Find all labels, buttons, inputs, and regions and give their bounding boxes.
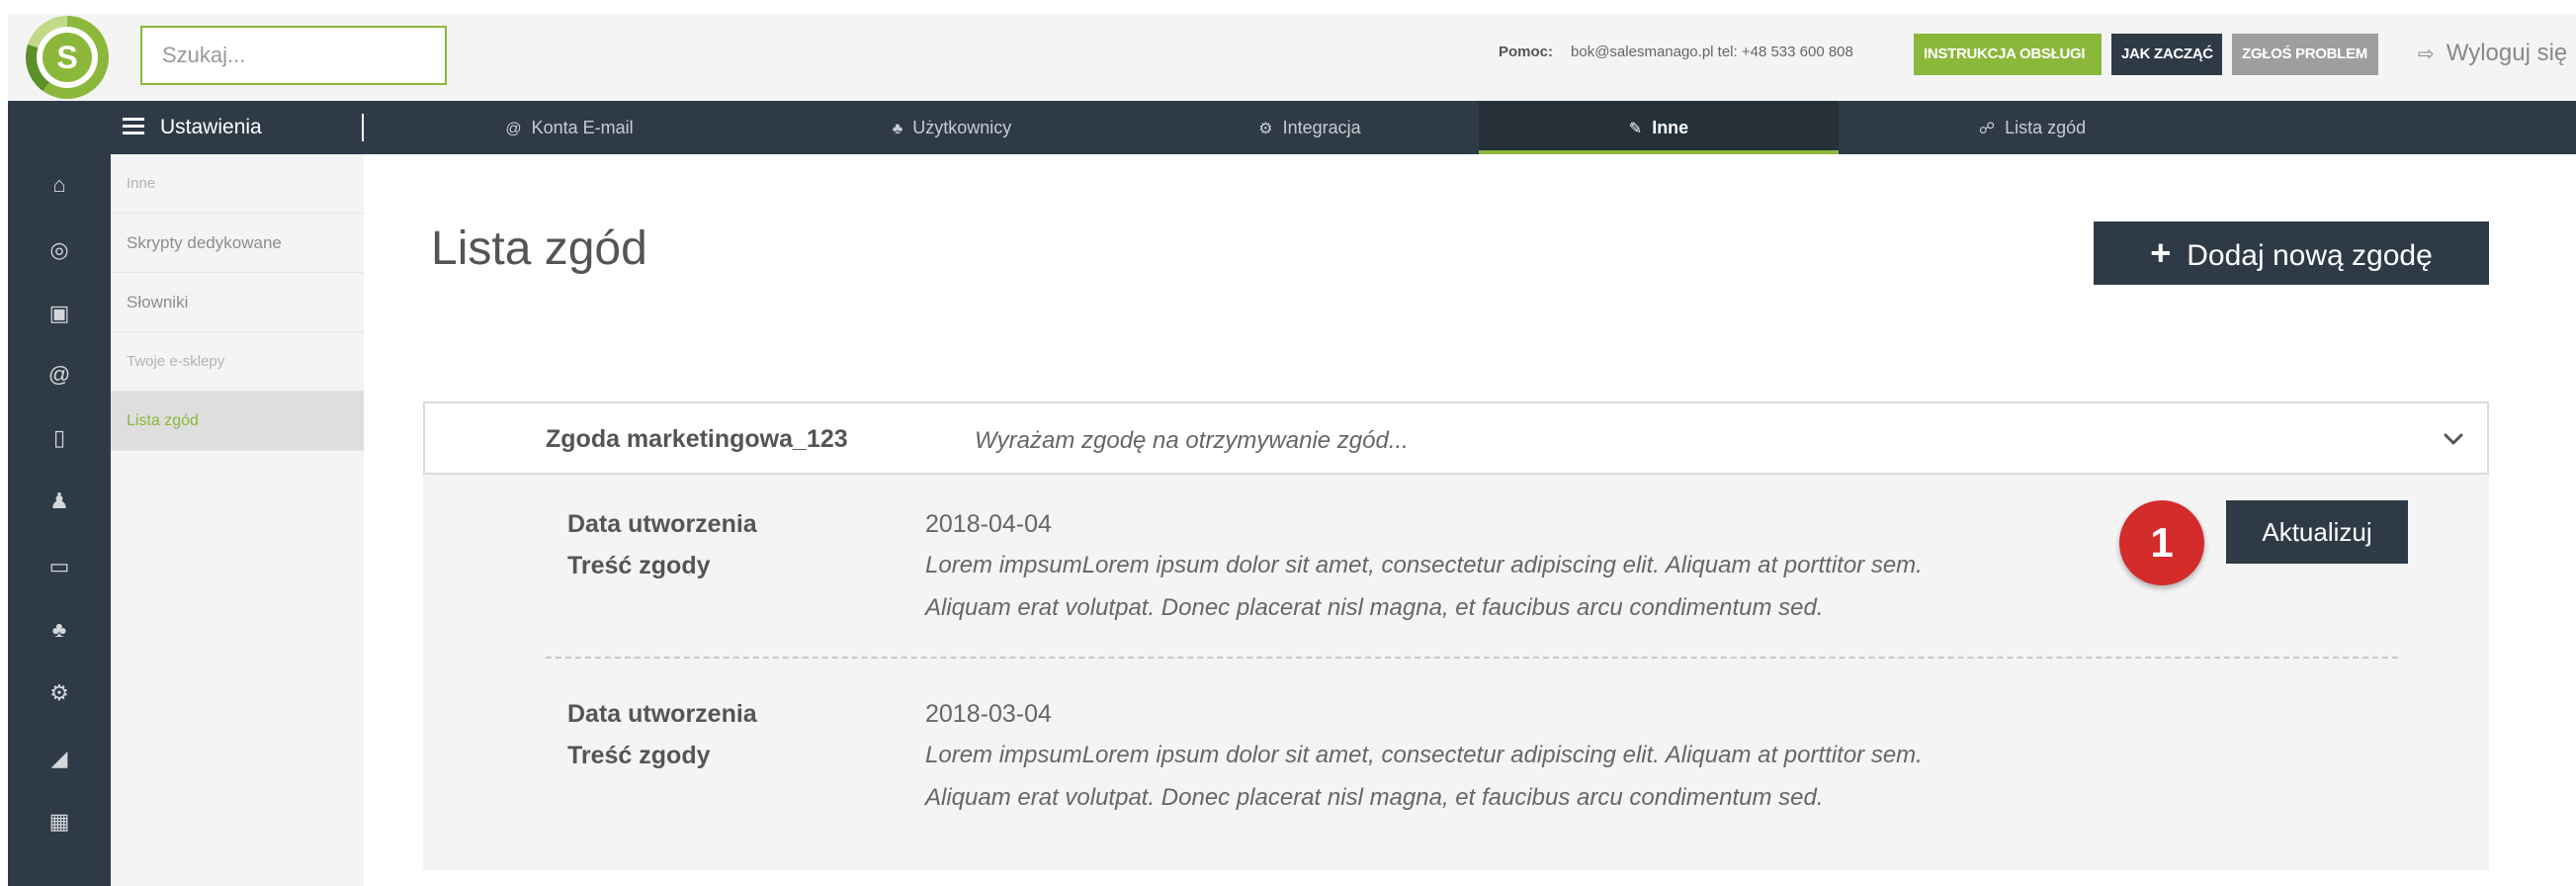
add-consent-label: Dodaj nową zgodę [2187, 239, 2433, 272]
manual-button[interactable]: INSTRUKCJA OBSŁUGI [1914, 34, 2102, 75]
tab-label: Integracja [1282, 118, 1361, 137]
report-problem-button[interactable]: ZGŁOŚ PROBLEM [2232, 34, 2378, 75]
at-icon[interactable]: @ [8, 362, 111, 388]
submenu-item-custom-scripts[interactable]: Skrypty dedykowane [111, 214, 364, 273]
records-divider [546, 657, 2398, 659]
settings-menu-toggle[interactable]: Ustawienia [123, 101, 262, 154]
update-button[interactable]: Aktualizuj [2226, 500, 2408, 564]
settings-nav-bar: Ustawienia @ Konta E-mail ♣ Użytkownicy ⚙ I… [8, 101, 2576, 154]
content-label: Treść zgody [567, 552, 711, 579]
submenu-item-other[interactable]: Inne [111, 154, 364, 214]
contact-card-icon[interactable]: ▣ [8, 301, 111, 326]
home-icon[interactable]: ⌂ [8, 172, 111, 198]
calendar-icon[interactable]: ▦ [8, 809, 111, 835]
wrench-icon: ✎ [1628, 121, 1643, 137]
add-consent-button[interactable]: + Dodaj nową zgodę [2094, 222, 2489, 285]
salesmanago-logo[interactable]: S [26, 16, 109, 99]
eye-icon[interactable]: ◎ [8, 237, 111, 263]
submenu-item-consent-list[interactable]: Lista zgód [111, 392, 364, 451]
logout-link[interactable]: ⇨ Wyloguj się [2418, 40, 2567, 67]
tab-email-accounts[interactable]: @ Konta E-mail [366, 101, 773, 154]
users-icon: ♣ [892, 121, 903, 137]
submenu-item-dictionaries[interactable]: Słowniki [111, 273, 364, 332]
cogs-icon: ⚙ [1258, 121, 1273, 137]
tab-consent-list[interactable]: ☍ Lista zgód [1839, 101, 2226, 154]
hamburger-icon [123, 124, 144, 128]
settings-label: Ustawienia [160, 116, 262, 138]
chevron-down-icon[interactable] [2436, 421, 2471, 457]
tab-label: Lista zgód [2005, 118, 2087, 137]
mobile-icon[interactable]: ▯ [8, 425, 111, 451]
area-chart-icon[interactable]: ◢ [8, 746, 111, 771]
content-text-line-2: Aliquam erat volutpat. Donec placerat ni… [925, 594, 1824, 621]
top-header: S Pomoc: bok@salesmanago.pl tel: +48 533 … [8, 14, 2576, 101]
cogs-icon[interactable]: ⚙ [8, 680, 111, 706]
left-icon-bar: ◉ ⌂ ◎ ▣ @ ▯ ♟ ▭ ♣ ⚙ ◢ ▦ [8, 101, 111, 886]
consent-name: Zgoda marketingowa_123 [546, 425, 848, 453]
step-marker-badge: 1 [2119, 500, 2204, 585]
consent-accordion-header[interactable]: Zgoda marketingowa_123 Wyrażam zgodę na … [423, 401, 2489, 475]
users-icon[interactable]: ♣ [8, 617, 111, 643]
handshake-icon: ☍ [1978, 121, 1996, 137]
content-text-line-1: Lorem impsumLorem ipsum dolor sit amet, … [925, 552, 1923, 578]
at-icon: @ [505, 121, 522, 137]
tab-label: Konta E-mail [531, 118, 634, 137]
tab-label: Inne [1652, 118, 1689, 137]
nav-divider [362, 114, 364, 141]
content-text-line-1: Lorem impsumLorem ipsum dolor sit amet, … [925, 742, 1923, 768]
tab-label: Użytkownicy [912, 118, 1012, 137]
tab-other[interactable]: ✎ Inne [1479, 101, 1839, 154]
getting-started-button[interactable]: JAK ZACZĄĆ [2111, 34, 2222, 75]
date-label: Data utworzenia [567, 700, 757, 728]
laptop-icon[interactable]: ▭ [8, 554, 111, 579]
sign-out-icon: ⇨ [2418, 44, 2435, 65]
tab-integration[interactable]: ⚙ Integracja [1131, 101, 1489, 154]
settings-submenu: Inne Skrypty dedykowane Słowniki Twoje e… [111, 154, 364, 886]
user-plus-icon[interactable]: ♟ [8, 488, 111, 514]
help-label: Pomoc: [1499, 44, 1554, 60]
help-contact: bok@salesmanago.pl tel: +48 533 600 808 [1571, 44, 1853, 60]
date-value: 2018-03-04 [925, 700, 1052, 728]
page-title: Lista zgód [431, 222, 647, 275]
logout-label: Wyloguj się [2446, 40, 2568, 66]
logo-letter: S [43, 33, 92, 82]
date-label: Data utworzenia [567, 510, 757, 538]
help-info: Pomoc: bok@salesmanago.pl tel: +48 533 60… [1499, 44, 1853, 60]
search-input[interactable] [140, 26, 447, 85]
date-value: 2018-04-04 [925, 510, 1052, 538]
content-text-line-2: Aliquam erat volutpat. Donec placerat ni… [925, 784, 1824, 811]
content-label: Treść zgody [567, 742, 711, 769]
submenu-item-eshops[interactable]: Twoje e-sklepy [111, 332, 364, 392]
consent-description: Wyrażam zgodę na otrzymywanie zgód... [975, 427, 1409, 454]
plus-icon: + [2150, 232, 2172, 273]
tab-users[interactable]: ♣ Użytkownicy [773, 101, 1131, 154]
